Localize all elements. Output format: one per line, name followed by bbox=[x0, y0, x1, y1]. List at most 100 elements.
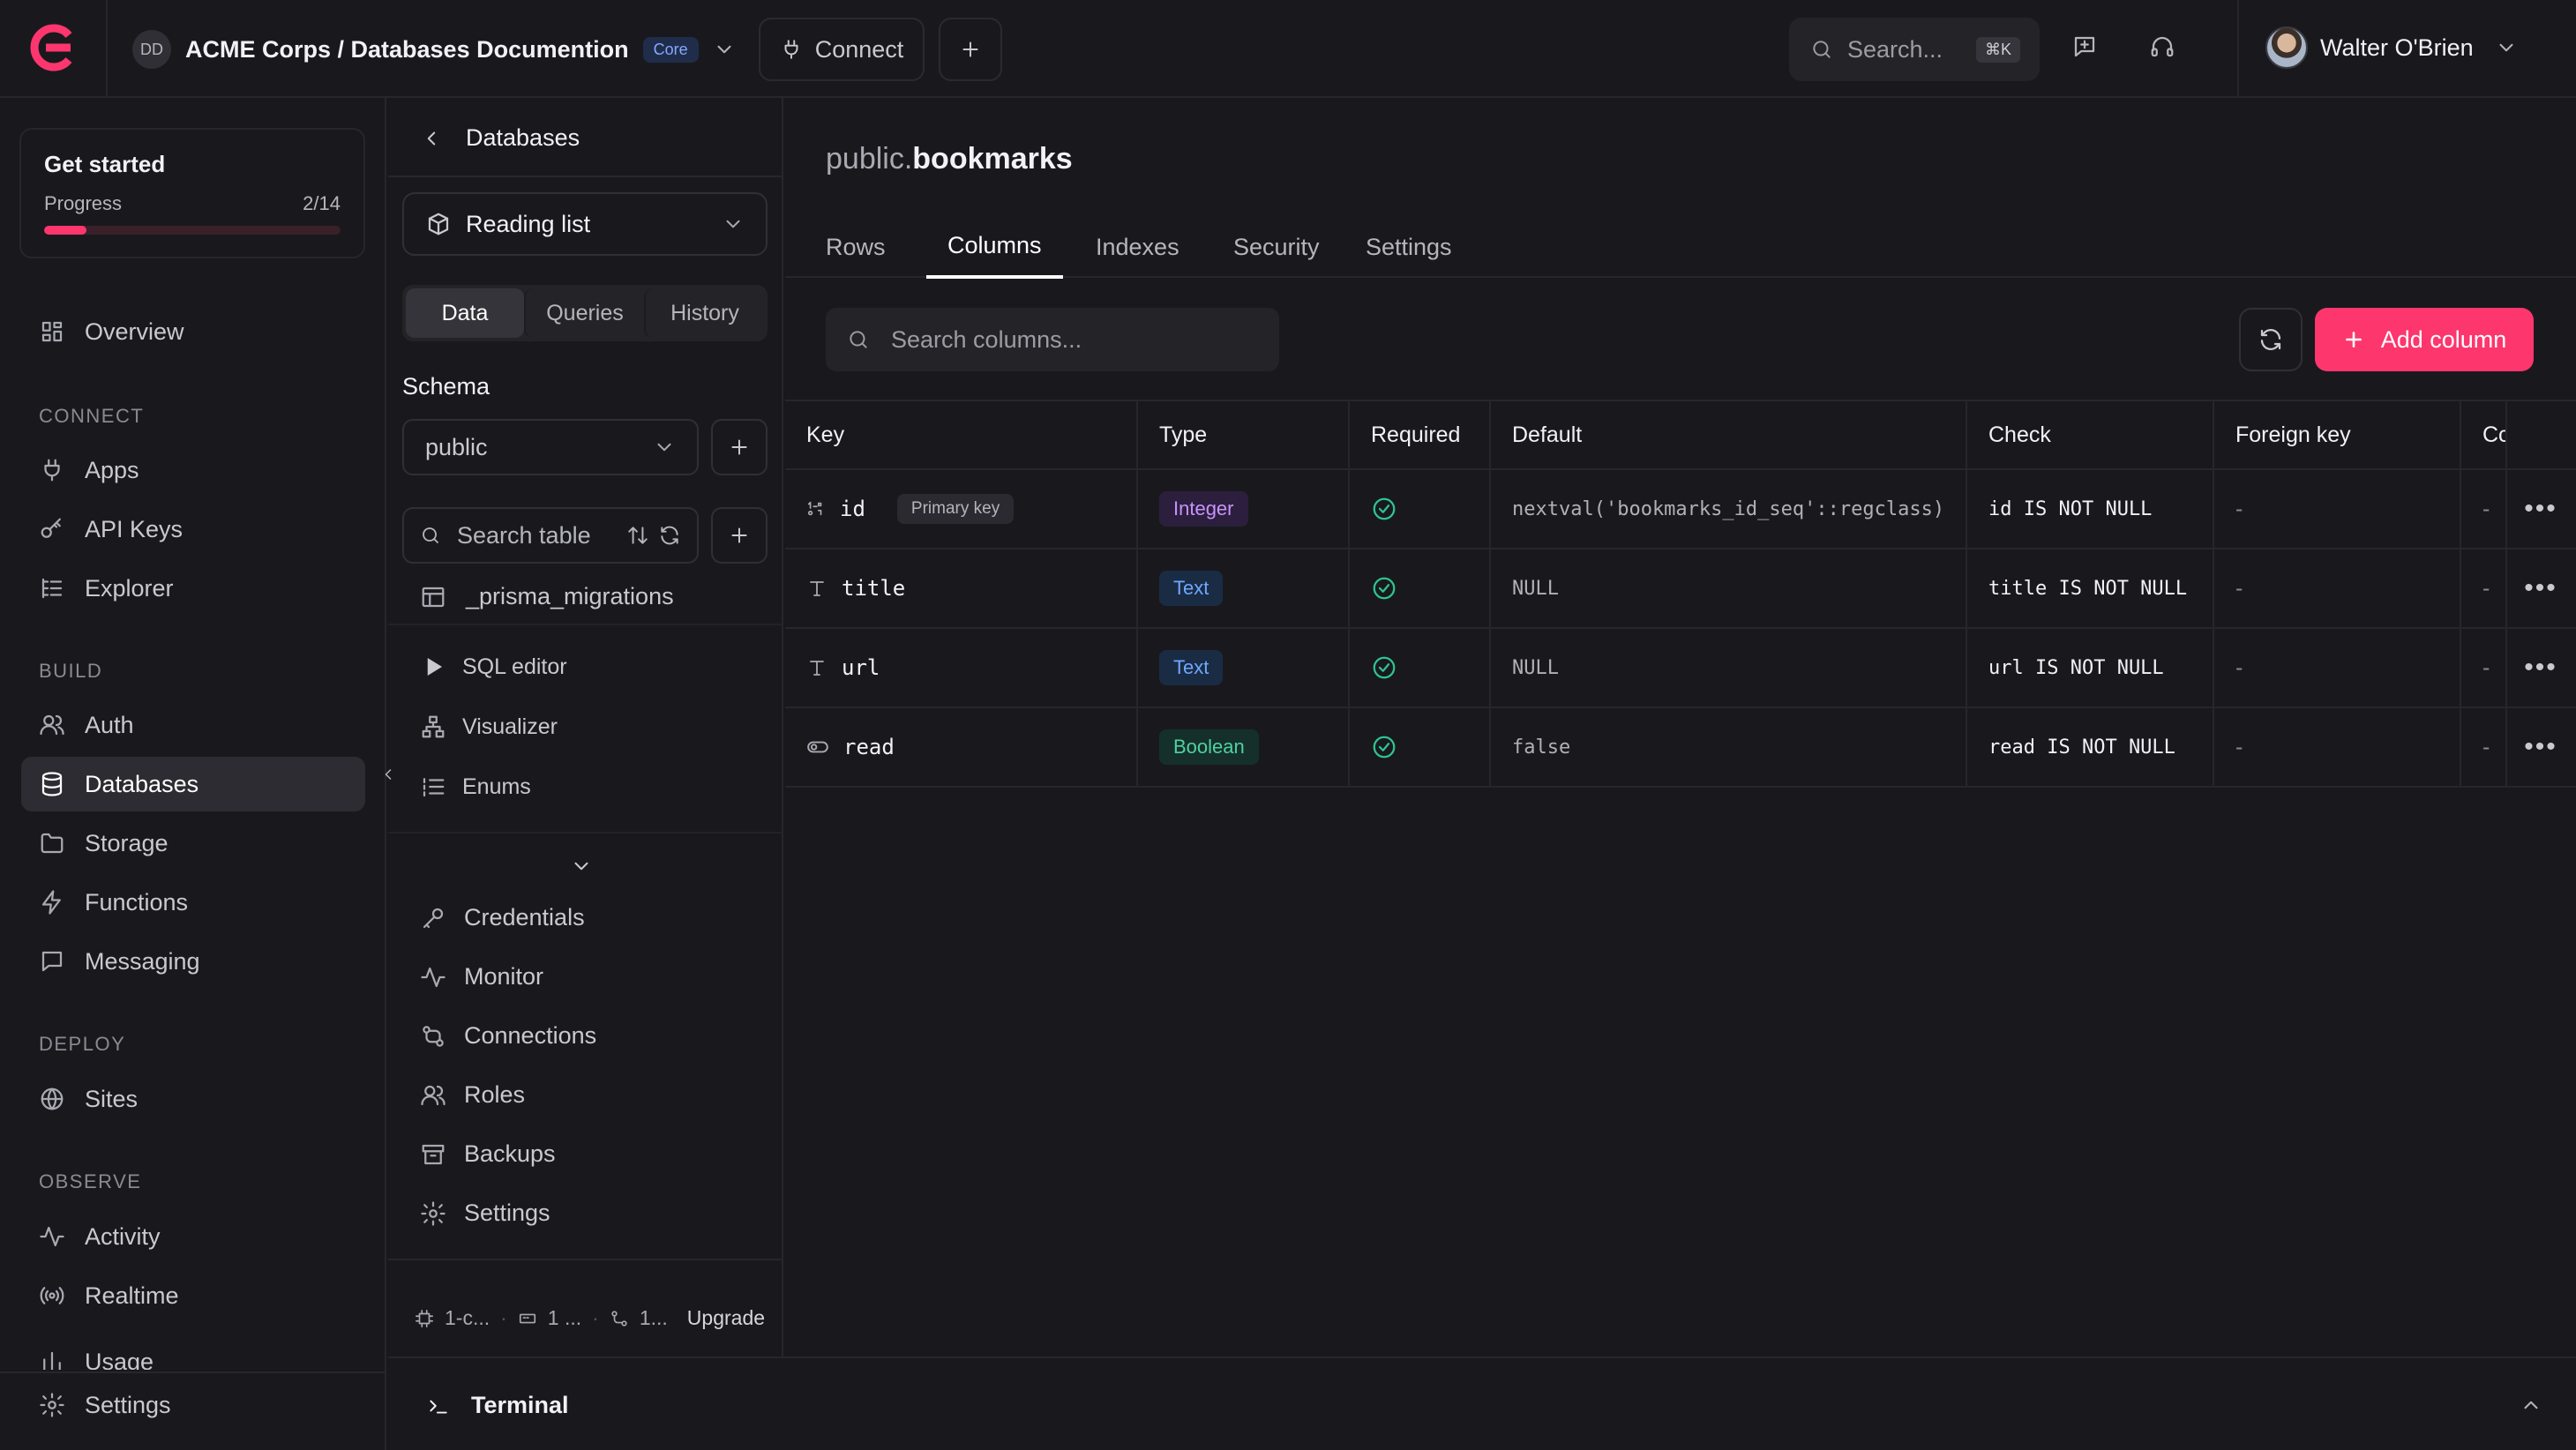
more-options-icon[interactable]: ••• bbox=[2505, 470, 2576, 548]
table-header-row: Key Type Required Default Check Foreign … bbox=[785, 400, 2576, 470]
nav-section-connect: CONNECT bbox=[39, 405, 145, 427]
more-options-icon[interactable]: ••• bbox=[2505, 708, 2576, 786]
default-value: nextval('bookmarks_id_seq'::regclass) bbox=[1512, 497, 1945, 520]
table-search-input[interactable]: Search table bbox=[402, 507, 699, 564]
tool-sql-editor[interactable]: SQL editor bbox=[420, 654, 567, 680]
add-column-button[interactable]: Add column bbox=[2315, 308, 2534, 371]
storage-icon bbox=[518, 1309, 537, 1328]
default-value: NULL bbox=[1512, 577, 1559, 600]
column-header-extra[interactable]: Cc bbox=[2461, 401, 2507, 468]
collapse-panel-handle[interactable] bbox=[374, 757, 402, 792]
plus-icon bbox=[2342, 328, 2365, 351]
chevron-up-icon[interactable] bbox=[2520, 1394, 2542, 1416]
nav-label: Functions bbox=[85, 888, 189, 916]
nav-item-api-keys[interactable]: API Keys bbox=[21, 502, 365, 557]
nav-item-messaging[interactable]: Messaging bbox=[21, 934, 365, 989]
nav-item-realtime[interactable]: Realtime bbox=[21, 1268, 365, 1323]
panel-item-monitor[interactable]: Monitor bbox=[420, 963, 543, 990]
tab-columns[interactable]: Columns bbox=[926, 216, 1063, 279]
tab-data[interactable]: Data bbox=[406, 288, 524, 338]
connect-label: Connect bbox=[814, 35, 904, 63]
nav-item-functions[interactable]: Functions bbox=[21, 875, 365, 930]
folder-icon bbox=[39, 830, 65, 856]
feedback-icon[interactable] bbox=[2071, 34, 2098, 60]
tool-enums[interactable]: Enums bbox=[420, 774, 531, 800]
project-switcher[interactable]: DD ACME Corps / Databases Documention Co… bbox=[132, 26, 736, 72]
add-table-button[interactable] bbox=[711, 507, 768, 564]
tab-rows[interactable]: Rows bbox=[805, 216, 907, 278]
sort-arrows-icon[interactable] bbox=[626, 524, 649, 547]
column-header-foreign-key[interactable]: Foreign key bbox=[2214, 401, 2461, 468]
database-select[interactable]: Reading list bbox=[402, 192, 768, 256]
nav-item-storage[interactable]: Storage bbox=[21, 816, 365, 871]
nav-item-settings[interactable]: Settings bbox=[21, 1378, 365, 1432]
nav-item-databases[interactable]: Databases bbox=[21, 757, 365, 811]
panel-item-backups[interactable]: Backups bbox=[420, 1140, 556, 1168]
nav-item-explorer[interactable]: Explorer bbox=[21, 561, 365, 616]
column-search-input[interactable]: Search columns... bbox=[826, 308, 1279, 371]
schema-select[interactable]: public bbox=[402, 419, 699, 475]
nav-item-usage[interactable]: Usage bbox=[21, 1350, 365, 1370]
refresh-icon[interactable] bbox=[658, 524, 681, 547]
chevron-down-icon bbox=[653, 436, 676, 459]
global-search[interactable]: Search... ⌘K bbox=[1789, 18, 2040, 81]
panel-item-label: Connections bbox=[464, 1022, 597, 1049]
more-options-icon[interactable]: ••• bbox=[2505, 629, 2576, 706]
user-menu[interactable]: Walter O'Brien bbox=[2265, 26, 2518, 69]
search-placeholder: Search... bbox=[1847, 35, 1943, 63]
table-tabs: Rows Columns Indexes Security Settings bbox=[785, 216, 2576, 279]
schema-select-value: public bbox=[425, 433, 488, 460]
panel-item-settings[interactable]: Settings bbox=[420, 1200, 550, 1227]
column-header-default[interactable]: Default bbox=[1491, 401, 1967, 468]
shortcut-badge: ⌘K bbox=[1975, 36, 2020, 63]
tab-indexes[interactable]: Indexes bbox=[1075, 216, 1201, 278]
panel-item-connections[interactable]: Connections bbox=[420, 1022, 596, 1050]
upgrade-link[interactable]: Upgrade bbox=[687, 1306, 765, 1330]
column-header-check[interactable]: Check bbox=[1967, 401, 2214, 468]
cell-check: id IS NOT NULL bbox=[1967, 470, 2214, 548]
type-badge: Integer bbox=[1159, 491, 1248, 527]
table-search-placeholder: Search table bbox=[457, 521, 591, 549]
table-row[interactable]: read Boolean false read IS NOT NULL - - … bbox=[785, 708, 2576, 788]
support-headset-icon[interactable] bbox=[2149, 34, 2175, 60]
terminal-panel[interactable]: Terminal bbox=[388, 1357, 2576, 1450]
add-column-label: Add column bbox=[2380, 325, 2507, 353]
lightning-icon bbox=[39, 889, 65, 916]
chevron-down-icon[interactable] bbox=[570, 855, 593, 878]
get-started-card[interactable]: Get started Progress 2/14 bbox=[19, 128, 365, 258]
table-row[interactable]: title Text NULL title IS NOT NULL - - ••… bbox=[785, 549, 2576, 629]
progress-label: Progress bbox=[44, 192, 123, 214]
panel-item-roles[interactable]: Roles bbox=[420, 1081, 525, 1109]
tab-settings[interactable]: Settings bbox=[1344, 216, 1473, 278]
column-header-required[interactable]: Required bbox=[1350, 401, 1491, 468]
table-row[interactable]: url Text NULL url IS NOT NULL - - ••• bbox=[785, 629, 2576, 708]
nav-section-deploy: DEPLOY bbox=[39, 1033, 126, 1055]
column-header-key[interactable]: Key bbox=[785, 401, 1138, 468]
tab-queries[interactable]: Queries bbox=[524, 288, 644, 338]
cell-foreign-key: - bbox=[2214, 549, 2461, 627]
tab-security[interactable]: Security bbox=[1212, 216, 1341, 278]
table-list-item[interactable]: _prisma_migrations bbox=[420, 583, 674, 610]
panel-item-credentials[interactable]: Credentials bbox=[420, 904, 585, 931]
more-options-icon[interactable]: ••• bbox=[2505, 549, 2576, 627]
back-to-databases[interactable]: Databases bbox=[420, 124, 580, 152]
nav-item-sites[interactable]: Sites bbox=[21, 1072, 365, 1126]
appwrite-logo-icon[interactable] bbox=[26, 23, 76, 72]
resource-footer: 1-c... · 1 ... · 1... Upgrade bbox=[415, 1306, 765, 1330]
refresh-button[interactable] bbox=[2239, 308, 2303, 371]
tab-history[interactable]: History bbox=[644, 288, 764, 338]
table-row[interactable]: id Primary key Integer nextval('bookmark… bbox=[785, 470, 2576, 549]
nav-item-auth[interactable]: Auth bbox=[21, 698, 365, 752]
add-button[interactable] bbox=[939, 18, 1002, 81]
nav-item-overview[interactable]: Overview bbox=[21, 304, 365, 359]
tool-visualizer[interactable]: Visualizer bbox=[420, 714, 558, 740]
schema-label: Schema bbox=[402, 373, 490, 400]
connect-button[interactable]: Connect bbox=[759, 18, 925, 81]
column-header-type[interactable]: Type bbox=[1138, 401, 1350, 468]
add-schema-button[interactable] bbox=[711, 419, 768, 475]
nav-item-activity[interactable]: Activity bbox=[21, 1209, 365, 1264]
nav-scroll-clip: Usage bbox=[0, 1350, 385, 1370]
nav-item-apps[interactable]: Apps bbox=[21, 443, 365, 497]
type-badge: Boolean bbox=[1159, 729, 1259, 765]
nav-label: Overview bbox=[85, 318, 184, 345]
